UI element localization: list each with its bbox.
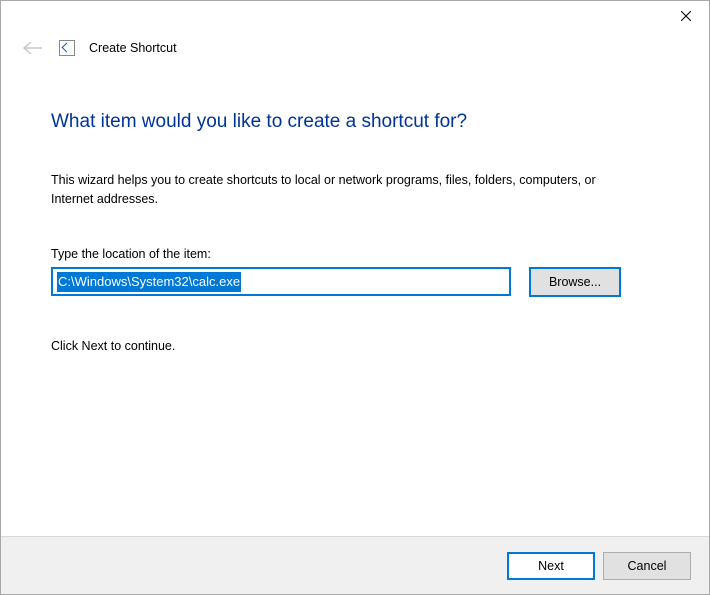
page-heading: What item would you like to create a sho… bbox=[51, 111, 659, 133]
back-button bbox=[21, 36, 45, 60]
location-value: C:\Windows\System32\calc.exe bbox=[57, 272, 241, 292]
location-input[interactable]: C:\Windows\System32\calc.exe bbox=[51, 267, 511, 296]
close-icon bbox=[681, 11, 691, 21]
continue-hint: Click Next to continue. bbox=[51, 339, 659, 353]
header-row: Create Shortcut bbox=[1, 33, 709, 63]
footer: Next Cancel bbox=[1, 536, 709, 594]
next-button[interactable]: Next bbox=[507, 552, 595, 580]
cancel-button[interactable]: Cancel bbox=[603, 552, 691, 580]
content-area: What item would you like to create a sho… bbox=[1, 63, 709, 536]
shortcut-icon bbox=[59, 40, 75, 56]
wizard-window: Create Shortcut What item would you like… bbox=[0, 0, 710, 595]
back-arrow-icon bbox=[23, 41, 43, 55]
browse-button[interactable]: Browse... bbox=[529, 267, 621, 297]
close-button[interactable] bbox=[663, 1, 709, 31]
location-row: C:\Windows\System32\calc.exe Browse... bbox=[51, 267, 659, 297]
page-description: This wizard helps you to create shortcut… bbox=[51, 171, 611, 209]
location-label: Type the location of the item: bbox=[51, 247, 659, 261]
wizard-title: Create Shortcut bbox=[89, 41, 177, 55]
titlebar bbox=[1, 1, 709, 33]
